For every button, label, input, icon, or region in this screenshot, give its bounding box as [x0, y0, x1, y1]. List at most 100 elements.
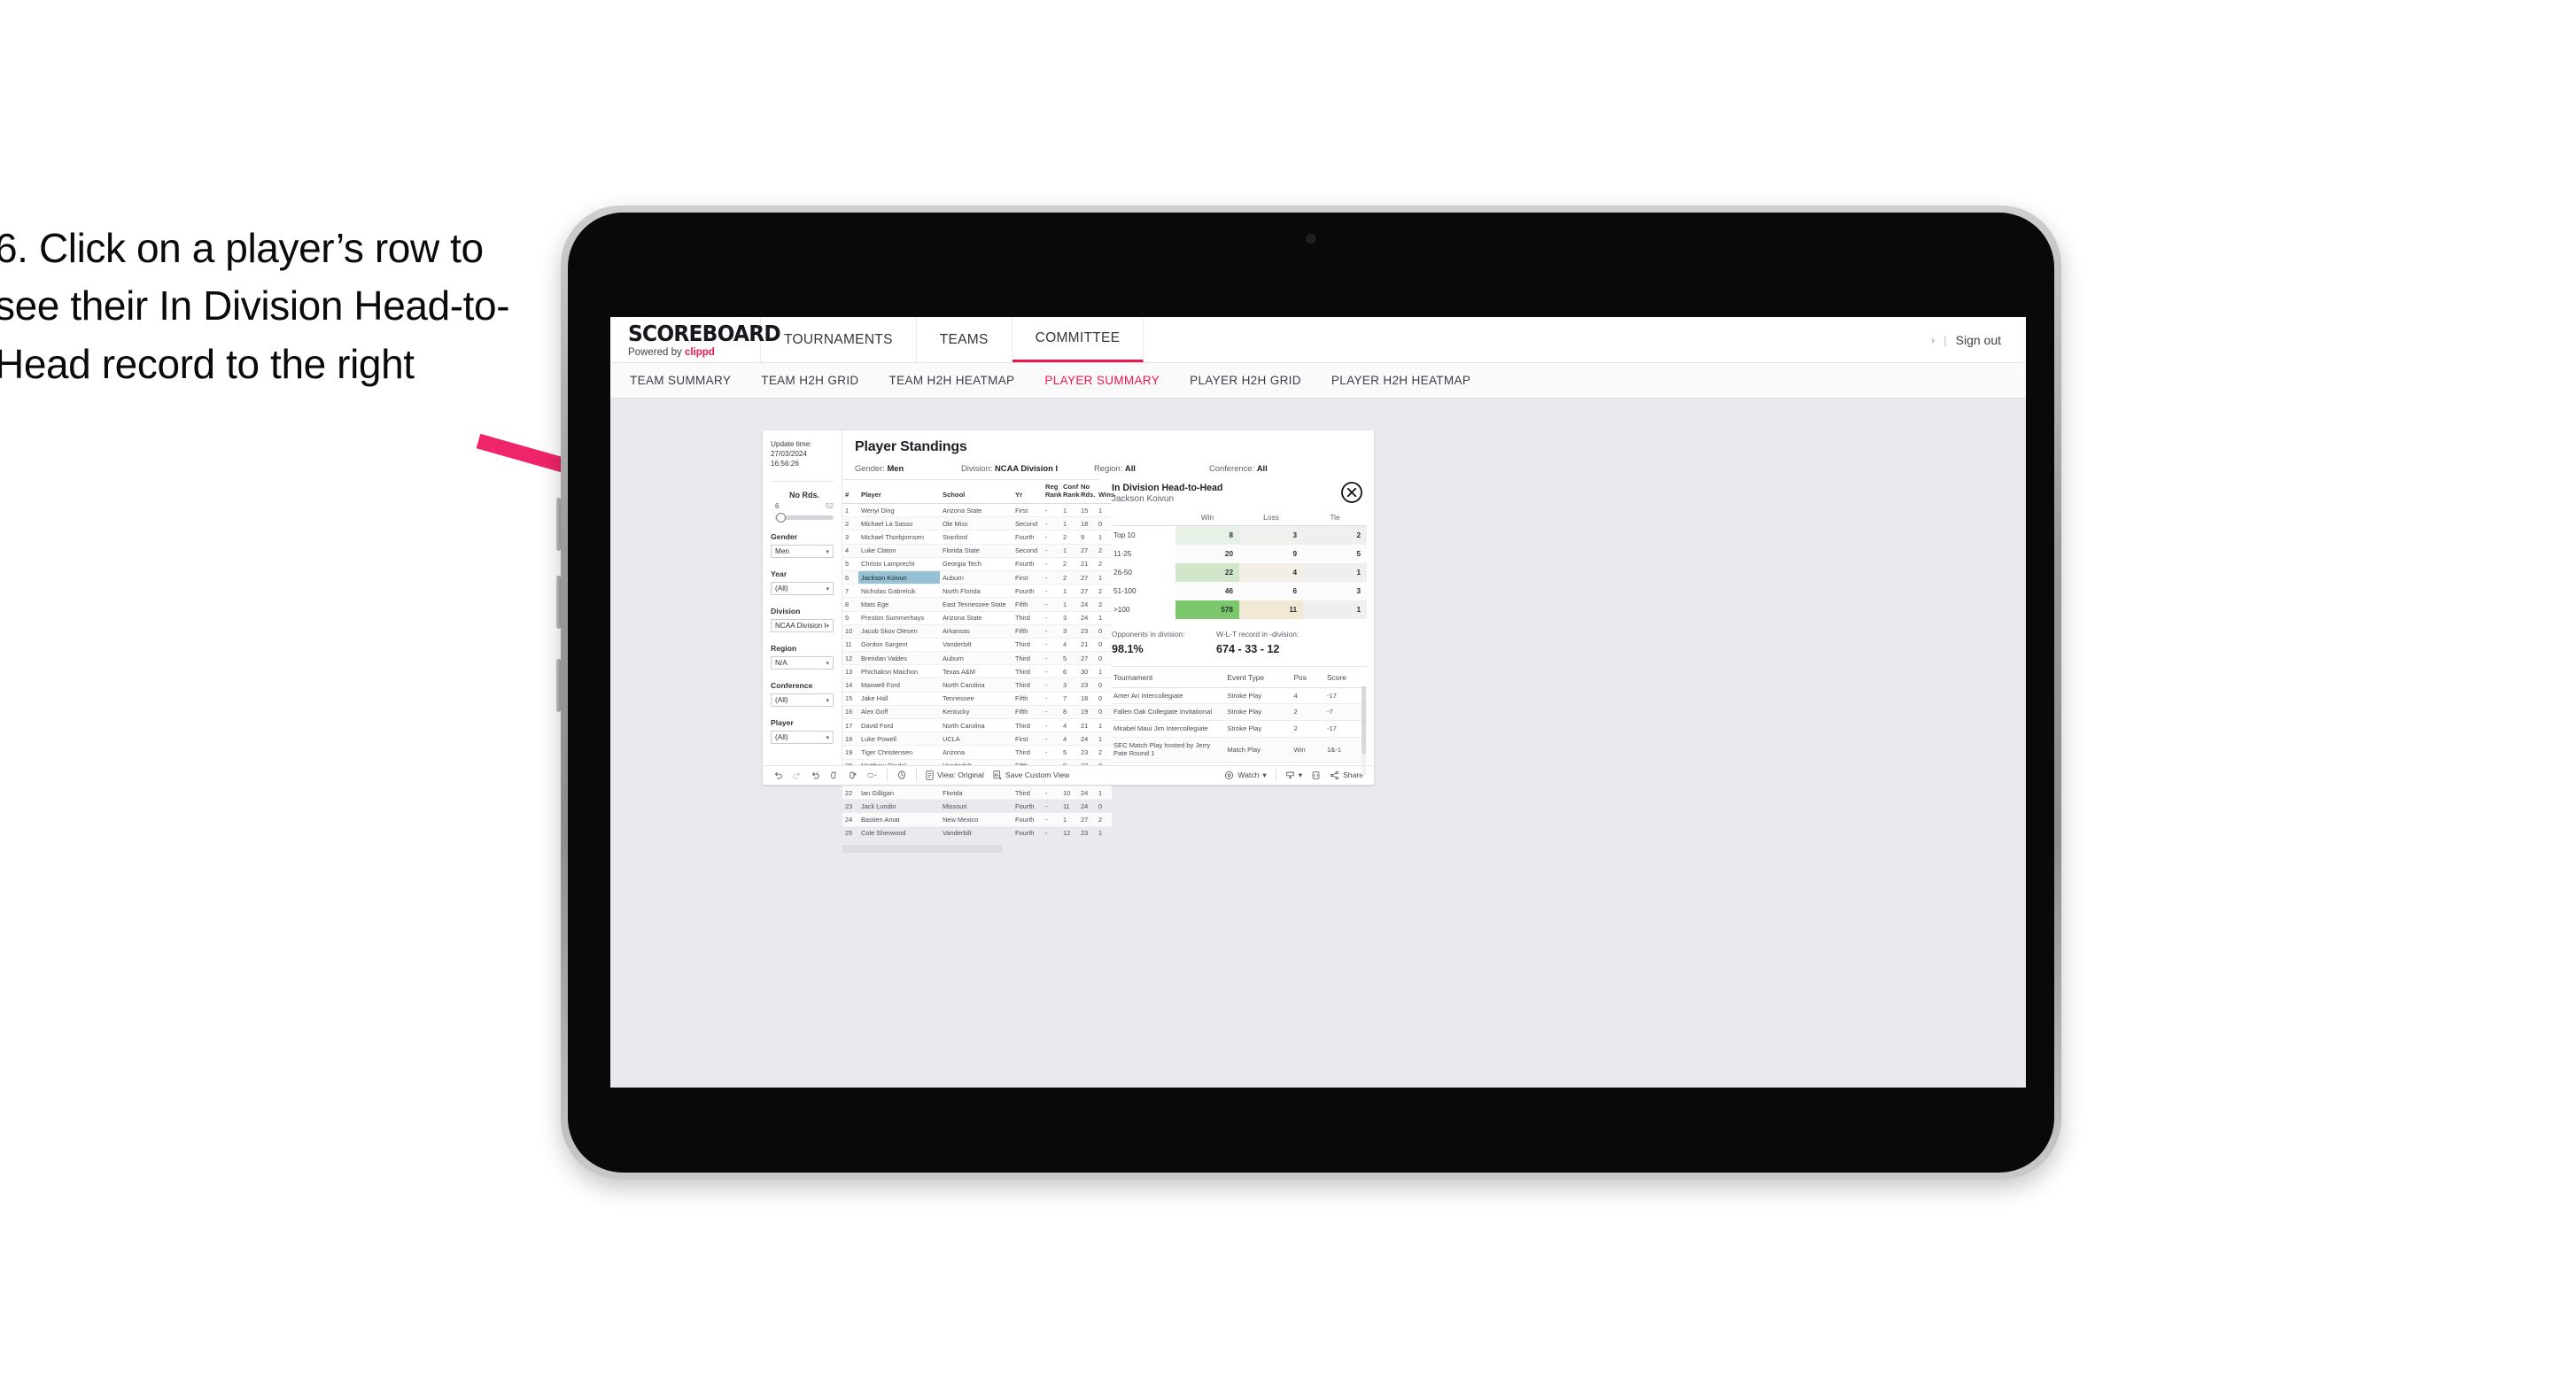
- table-row[interactable]: 16 Alex Goff Kentucky Fifth -8 19 0: [842, 705, 1112, 720]
- h2h-row-label: Top 10: [1112, 525, 1175, 545]
- cell-reg-rank: -: [1043, 624, 1060, 639]
- sign-out-link[interactable]: Sign out: [1956, 333, 2001, 347]
- no-rounds-slider-handle[interactable]: [776, 513, 786, 523]
- table-row[interactable]: 11 Gordon Sargent Vanderbilt Third -4 21 0: [842, 638, 1112, 653]
- filter-region-select[interactable]: N/A ▾: [771, 656, 834, 670]
- tournament-row[interactable]: Amer Ari Intercollegiate Stroke Play 4 -17: [1112, 687, 1367, 705]
- brand-name: SCOREBOARD: [628, 320, 781, 346]
- tournament-scrollbar-thumb[interactable]: [1362, 685, 1366, 754]
- redo-icon[interactable]: [792, 770, 802, 780]
- table-row[interactable]: 17 David Ford North Carolina Third -4 21 1: [842, 718, 1112, 733]
- col-pos[interactable]: Pos: [1292, 668, 1326, 688]
- table-row[interactable]: 10 Jacob Skov Olesen Arkansas Fifth -3 23 0: [842, 624, 1112, 639]
- tab-player-h2h-heatmap[interactable]: PLAYER H2H HEATMAP: [1331, 374, 1470, 387]
- filter-year-select[interactable]: (All) ▾: [771, 582, 834, 596]
- table-row[interactable]: 19 Tiger Christensen Arizona Third -5 23 2: [842, 745, 1112, 760]
- table-row[interactable]: 5 Christo Lamprecht Georgia Tech Fourth -2 21…: [842, 557, 1112, 571]
- table-row[interactable]: 18 Luke Powell UCLA First -4 24 1: [842, 732, 1112, 747]
- volume-up-button[interactable]: [556, 498, 561, 551]
- cell-rank: 1: [842, 503, 858, 518]
- table-row[interactable]: 1 Wenyi Ding Arizona State First -1 15 1: [842, 503, 1112, 518]
- cell-reg-rank: -: [1043, 664, 1060, 679]
- cell-player: Wenyi Ding: [858, 503, 940, 518]
- cell-yr: Third: [1013, 718, 1043, 733]
- nav-committee[interactable]: COMMITTEE: [1012, 317, 1144, 362]
- table-row[interactable]: 4 Luke Claton Florida State Second -1 27 2: [842, 544, 1112, 558]
- tournament-row[interactable]: Fallen Oak Collegiate Invitational Stroke…: [1112, 703, 1367, 721]
- table-row[interactable]: 15 Jake Hall Tennessee Fifth -7 18 0: [842, 692, 1112, 706]
- table-row[interactable]: 23 Jack Lundin Missouri Fourth -11 24 0: [842, 799, 1112, 814]
- col-school[interactable]: School: [940, 480, 1013, 504]
- cell-player: Tiger Christensen: [858, 745, 940, 760]
- cell-no-rds: 19: [1078, 705, 1096, 720]
- table-row[interactable]: 13 Phichaksn Maichon Texas A&M Third -6 30 1: [842, 664, 1112, 679]
- volume-down-button[interactable]: [556, 576, 561, 629]
- cell-school: Kentucky: [940, 705, 1013, 720]
- fullscreen-icon[interactable]: [1311, 770, 1321, 780]
- filter-division-select[interactable]: NCAA Division I ▾: [771, 619, 834, 633]
- table-row[interactable]: 25 Cole Sherwood Vanderbilt Fourth -12 23 1: [842, 826, 1112, 840]
- h2h-tbody: Top 10 8 3 2 11-25 20 9 5 26-50 22 4 1 51-100 46 6 3 >10…: [1112, 525, 1367, 619]
- filter-player-label: Player: [771, 718, 794, 728]
- watch-button[interactable]: Watch ▾: [1224, 770, 1267, 780]
- alerts-icon[interactable]: [866, 770, 878, 780]
- save-custom-view-button[interactable]: Save Custom View: [993, 770, 1069, 780]
- table-row[interactable]: 14 Maxwell Ford North Carolina Third -3 23 0: [842, 678, 1112, 693]
- refresh-icon[interactable]: [829, 770, 839, 780]
- tab-team-summary[interactable]: TEAM SUMMARY: [630, 374, 731, 387]
- power-button[interactable]: [556, 659, 561, 712]
- download-button[interactable]: ▾: [1285, 770, 1302, 780]
- pause-icon[interactable]: [848, 770, 857, 780]
- filter-player-select[interactable]: (All) ▾: [771, 731, 834, 745]
- table-row[interactable]: 12 Brendan Valdes Auburn Third -5 27 0: [842, 651, 1112, 666]
- table-row[interactable]: 2 Michael La Sasso Ole Miss Second -1 18 0: [842, 516, 1112, 531]
- cell-school: New Mexico: [940, 812, 1013, 827]
- scrollbar-thumb[interactable]: [842, 844, 1002, 853]
- tab-player-summary[interactable]: PLAYER SUMMARY: [1044, 374, 1160, 387]
- col-rank[interactable]: #: [842, 480, 858, 504]
- filter-conference-select[interactable]: (All) ▾: [771, 693, 834, 708]
- h2h-row: 51-100 46 6 3: [1112, 581, 1367, 600]
- table-row[interactable]: 3 Michael Thorbjornsen Stanford Fourth -2 9 1: [842, 530, 1112, 545]
- table-row[interactable]: 22 Ian Gilligan Florida Third -10 24 1: [842, 786, 1112, 801]
- chevron-down-icon: ▾: [826, 697, 829, 704]
- tab-team-h2h-grid[interactable]: TEAM H2H GRID: [761, 374, 858, 387]
- view-original-button[interactable]: View: Original: [926, 770, 984, 780]
- table-row[interactable]: 8 Mats Ege East Tennessee State Fifth -1 24 2: [842, 597, 1112, 612]
- standings-table-wrap: # Player School Yr Reg Rank Conf Rank No…: [842, 479, 1114, 853]
- brand-logo[interactable]: SCOREBOARD Powered by clippd: [610, 317, 781, 362]
- table-row[interactable]: 7 Nicholas Gabrelcik North Florida Fourth -1…: [842, 584, 1112, 599]
- col-player[interactable]: Player: [858, 480, 940, 504]
- table-row[interactable]: 6 Jackson Koivun Auburn First -2 27 1: [842, 570, 1112, 585]
- tab-player-h2h-grid[interactable]: PLAYER H2H GRID: [1190, 374, 1301, 387]
- col-no-rds[interactable]: No Rds.: [1078, 480, 1096, 504]
- cell-wins: 2: [1096, 812, 1112, 827]
- cell-school: Arizona: [940, 745, 1013, 760]
- cell-pos: 2: [1292, 703, 1326, 721]
- close-circle-icon[interactable]: [1340, 481, 1363, 504]
- nav-teams[interactable]: TEAMS: [917, 317, 1013, 362]
- facet-summary: Gender: Men Division: NCAA Division I Re…: [855, 463, 1374, 473]
- tournament-row[interactable]: SEC Match Play hosted by Jerry Pate Roun…: [1112, 737, 1367, 763]
- filter-gender-select[interactable]: Men ▾: [771, 545, 834, 559]
- table-row[interactable]: 9 Preston Summerhays Arizona State Third -3 2…: [842, 611, 1112, 625]
- no-rounds-slider[interactable]: [775, 513, 834, 523]
- col-score[interactable]: Score: [1325, 668, 1367, 688]
- view-original-label: View: Original: [937, 770, 984, 780]
- undo-icon[interactable]: [773, 770, 783, 780]
- share-button[interactable]: Share: [1330, 770, 1363, 780]
- col-reg-rank[interactable]: Reg Rank: [1043, 480, 1062, 504]
- col-yr[interactable]: Yr: [1013, 480, 1043, 504]
- table-row[interactable]: 24 Bastien Amat New Mexico Fourth -1 27 2: [842, 812, 1112, 827]
- tournament-row[interactable]: Mirabel Maui Jim Intercollegiate Stroke P…: [1112, 720, 1367, 738]
- col-event-type[interactable]: Event Type: [1225, 668, 1292, 688]
- revert-icon[interactable]: [811, 770, 820, 780]
- tab-team-h2h-heatmap[interactable]: TEAM H2H HEATMAP: [889, 374, 1015, 387]
- history-icon[interactable]: [896, 770, 907, 780]
- col-conf-rank[interactable]: Conf Rank: [1060, 480, 1080, 504]
- nav-tournaments[interactable]: TOURNAMENTS: [761, 317, 917, 362]
- account-chevron-icon[interactable]: ›: [1931, 334, 1935, 346]
- col-tournament[interactable]: Tournament: [1112, 668, 1226, 688]
- cell-yr: Fourth: [1013, 557, 1043, 571]
- standings-header: Player Standings Gender: Men Division: N…: [842, 430, 1374, 473]
